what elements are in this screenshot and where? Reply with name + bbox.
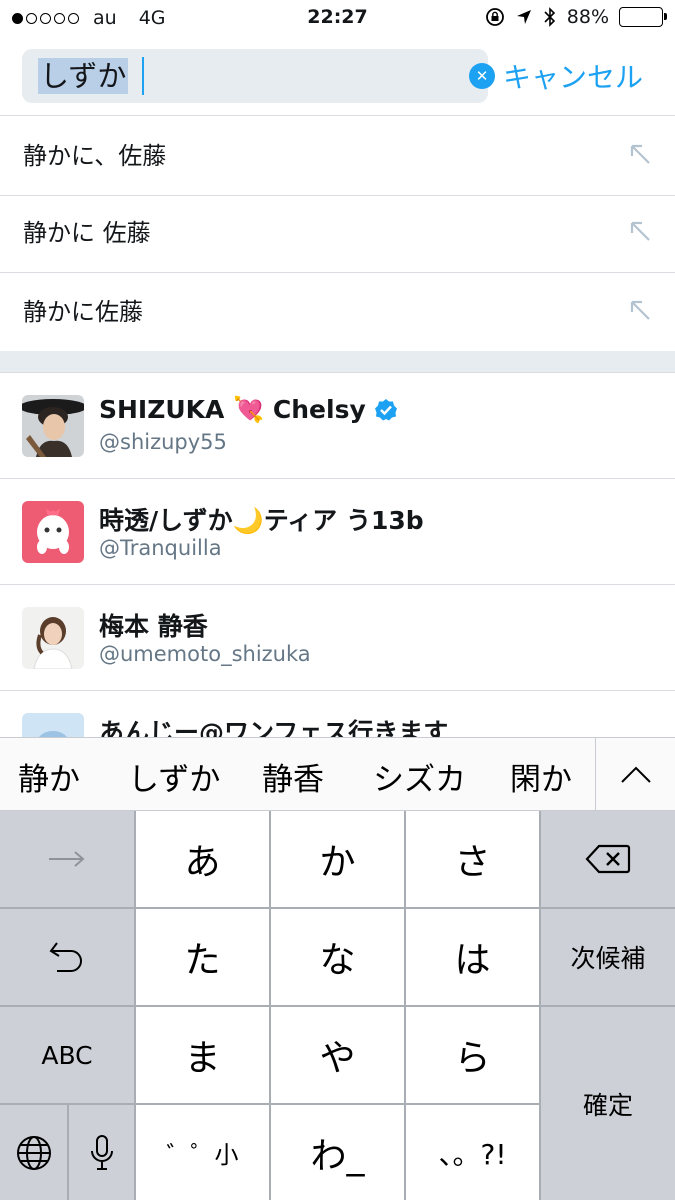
- key-a[interactable]: あ: [136, 811, 269, 907]
- fill-query-arrow-icon[interactable]: [627, 297, 653, 323]
- key-ya[interactable]: や: [271, 1007, 404, 1103]
- key-ha[interactable]: は: [406, 909, 539, 1005]
- status-right: 88%: [485, 6, 667, 28]
- undo-icon: [49, 942, 82, 972]
- ime-candidate-bar: 静か しずか 静香 シズカ 閑か: [0, 737, 675, 811]
- user-display-name: 時透/しずか🌙ティア う13b: [99, 501, 424, 537]
- key-wa[interactable]: わ_: [271, 1105, 404, 1200]
- status-bar: au 4G 22:27 88%: [0, 0, 675, 38]
- avatar: [22, 607, 84, 669]
- search-input[interactable]: しずか ✕: [22, 49, 495, 103]
- clear-search-button[interactable]: ✕: [469, 63, 495, 89]
- ime-candidate[interactable]: 静香: [262, 754, 324, 799]
- dakuten-small-key[interactable]: ゛゜小: [136, 1105, 269, 1200]
- user-name-text: 時透/しずか🌙ティア う13b: [99, 506, 424, 535]
- verified-badge-icon: [374, 399, 397, 421]
- key-sa[interactable]: さ: [406, 811, 539, 907]
- next-candidate-key[interactable]: 次候補: [541, 909, 675, 1005]
- japanese-flick-keyboard: あ か さ た な は 次候補 ABC ま や ら 確定 ゛゜小 わ_ 、。?!: [0, 811, 675, 1200]
- ime-candidate[interactable]: しずか: [128, 754, 220, 799]
- orientation-lock-icon: [485, 8, 504, 26]
- bluetooth-icon: [544, 7, 555, 27]
- chevron-up-icon: [621, 766, 651, 783]
- key-ma[interactable]: ま: [136, 1007, 269, 1103]
- user-name-text: SHIZUKA 💘 Chelsy: [99, 395, 366, 424]
- location-arrow-icon: [516, 10, 531, 24]
- backspace-key[interactable]: [541, 811, 675, 907]
- search-header: しずか ✕ キャンセル: [0, 38, 675, 116]
- right-arrow-icon: [49, 851, 85, 867]
- expand-candidates-button[interactable]: [595, 738, 675, 810]
- next-char-key[interactable]: [0, 811, 134, 907]
- confirm-key[interactable]: 確定: [541, 1007, 675, 1200]
- user-result-item[interactable]: SHIZUKA 💘 Chelsy @shizupy55: [0, 373, 675, 479]
- section-divider: [0, 351, 675, 373]
- user-handle: @Tranquilla: [99, 536, 222, 560]
- key-ka[interactable]: か: [271, 811, 404, 907]
- battery-icon: [619, 7, 667, 27]
- microphone-icon: [90, 1134, 113, 1170]
- user-result-item[interactable]: 時透/しずか🌙ティア う13b @Tranquilla: [0, 479, 675, 585]
- ime-candidate[interactable]: 静か: [18, 754, 80, 799]
- globe-icon: [16, 1135, 51, 1170]
- ime-candidate[interactable]: 閑か: [510, 754, 572, 799]
- avatar: [22, 395, 84, 457]
- user-display-name: SHIZUKA 💘 Chelsy: [99, 395, 398, 425]
- user-display-name: 梅本 静香: [99, 607, 208, 643]
- cancel-button[interactable]: キャンセル: [503, 56, 643, 96]
- globe-key[interactable]: [0, 1105, 67, 1200]
- search-query-text[interactable]: しずか: [38, 58, 129, 94]
- user-handle: @shizupy55: [99, 430, 227, 454]
- suggestion-item[interactable]: 静かに、佐藤: [0, 116, 675, 196]
- text-caret: [142, 57, 144, 95]
- suggestion-label: 静かに佐藤: [23, 298, 143, 326]
- avatar: [22, 501, 84, 563]
- fill-query-arrow-icon[interactable]: [627, 218, 653, 244]
- ime-candidate[interactable]: シズカ: [373, 754, 466, 799]
- user-handle: @umemoto_shizuka: [99, 642, 311, 666]
- key-ta[interactable]: た: [136, 909, 269, 1005]
- fill-query-arrow-icon[interactable]: [627, 141, 653, 167]
- suggestion-label: 静かに、佐藤: [23, 142, 167, 170]
- undo-key[interactable]: [0, 909, 134, 1005]
- punctuation-key[interactable]: 、。?!: [406, 1105, 539, 1200]
- suggestion-item[interactable]: 静かに佐藤: [0, 272, 675, 352]
- dictation-key[interactable]: [69, 1105, 134, 1200]
- key-na[interactable]: な: [271, 909, 404, 1005]
- suggestion-item[interactable]: 静かに 佐藤: [0, 193, 675, 273]
- suggestion-label: 静かに 佐藤: [23, 219, 151, 247]
- key-ra[interactable]: ら: [406, 1007, 539, 1103]
- user-result-item[interactable]: 梅本 静香 @umemoto_shizuka: [0, 585, 675, 691]
- battery-percent: 88%: [566, 6, 609, 28]
- backspace-icon: [585, 844, 631, 874]
- user-name-text: 梅本 静香: [99, 612, 208, 641]
- abc-key[interactable]: ABC: [0, 1007, 134, 1103]
